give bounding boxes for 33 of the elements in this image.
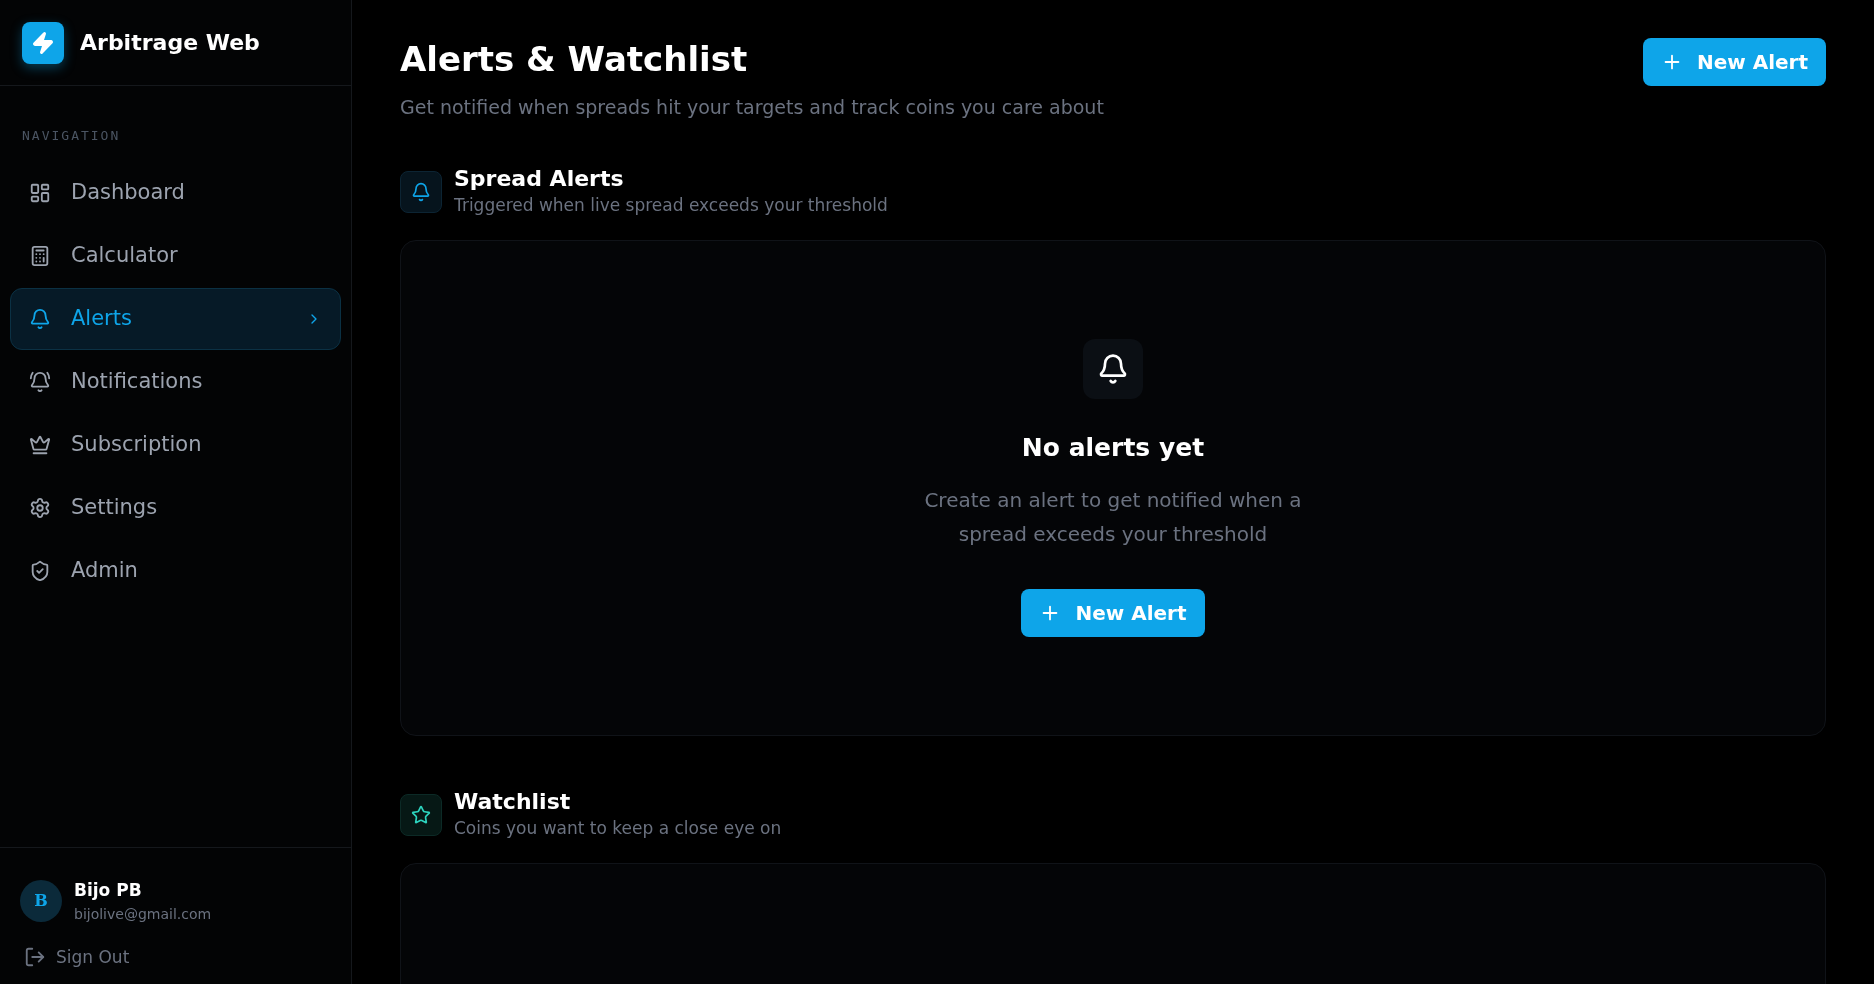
user-name: Bijo PB [74, 879, 143, 902]
crown-icon [29, 433, 51, 456]
nav-item[interactable]: Subscription [10, 413, 341, 476]
settings-icon [29, 496, 51, 519]
calculator-icon [29, 244, 51, 267]
ringing-bell-icon [29, 370, 51, 393]
shield-icon [29, 559, 51, 582]
nav-item[interactable]: Calculator [10, 224, 341, 287]
bell-icon [1097, 353, 1129, 386]
logo-icon [22, 21, 64, 64]
empty-state-text: Create an alert to get notified when a spread exceeds your threshold [923, 486, 1303, 548]
nav-item[interactable]: Dashboard [10, 161, 341, 224]
section-title: Spread Alerts [454, 165, 625, 193]
page-title: Alerts & Watchlist [400, 38, 749, 81]
nav-item[interactable]: Alerts [10, 287, 341, 350]
avatar: B [20, 880, 62, 923]
section-title: Watchlist [454, 788, 572, 816]
brand-name: Arbitrage Web [80, 29, 260, 57]
sign-out-button[interactable]: Sign Out [20, 944, 331, 970]
dashboard-icon [29, 181, 51, 204]
nav-item[interactable]: Admin [10, 539, 341, 602]
section-label: NAVIGATION [21, 127, 122, 145]
user-email: bijolive@gmail.com [74, 904, 212, 924]
bell-icon [29, 307, 51, 330]
empty-state-title: No alerts yet [1021, 432, 1205, 465]
nav-item[interactable]: Settings [10, 476, 341, 539]
nav-item[interactable]: Notifications [10, 350, 341, 413]
page-subtitle: Get notified when spreads hit your targets and track coins you care about [400, 94, 1104, 120]
section-subtitle: Triggered when live spread exceeds your threshold [454, 193, 888, 217]
star-icon [411, 804, 431, 825]
section-subtitle: Coins you want to keep a close eye on [454, 816, 782, 840]
bell-icon [411, 181, 431, 202]
sign-out-icon [24, 946, 46, 969]
